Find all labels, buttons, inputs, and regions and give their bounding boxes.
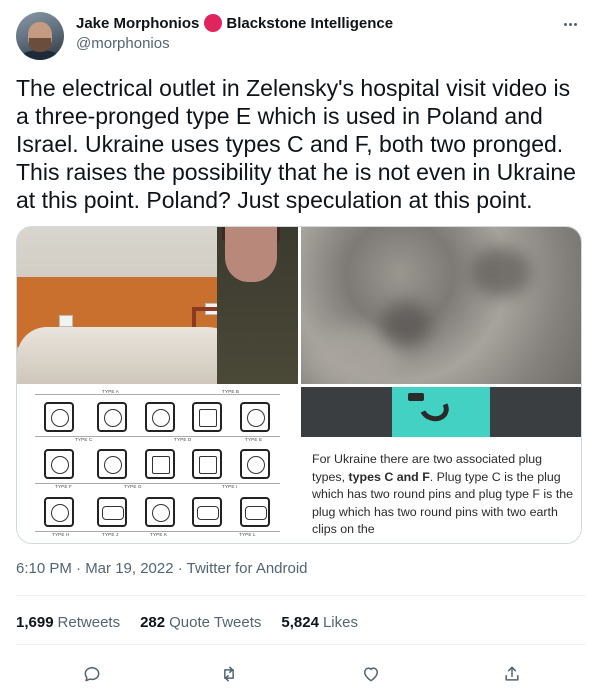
plug-icon (192, 497, 222, 527)
type-label: TYPE A (102, 389, 119, 394)
quote-tweets-stat[interactable]: 282 Quote Tweets (140, 614, 261, 631)
plug-icon (145, 497, 175, 527)
tweet-header: Jake Morphonios Blackstone Intelligence … (16, 10, 586, 62)
tweet-timestamp[interactable]: 6:10 PM · Mar 19, 2022 · Twitter for And… (16, 560, 308, 577)
media-grid: TYPE A TYPE B TYPE C TYPE D TYPE E TYPE … (16, 226, 582, 544)
tweet-text: The electrical outlet in Zelensky's hosp… (16, 75, 576, 213)
type-label: TYPE J (102, 532, 119, 537)
media-plug-type-chart[interactable]: TYPE A TYPE B TYPE C TYPE D TYPE E TYPE … (17, 387, 298, 543)
author-name-row: Jake Morphonios Blackstone Intelligence (76, 14, 393, 32)
plug-icon (97, 497, 127, 527)
media-article-screenshot[interactable]: For Ukraine there are two associated plu… (301, 387, 581, 543)
avatar[interactable] (16, 12, 64, 60)
affiliation-badge-icon (204, 14, 223, 32)
heart-icon[interactable] (357, 660, 385, 688)
type-label: TYPE B (222, 389, 240, 394)
plug-icon (240, 402, 270, 432)
plug-icon (145, 449, 175, 479)
type-label: TYPE G (124, 484, 142, 489)
type-label: TYPE K (150, 532, 168, 537)
media-photo-hospital[interactable] (17, 227, 298, 384)
plug-icon (44, 402, 74, 432)
plug-icon (97, 449, 127, 479)
reply-icon[interactable] (78, 660, 106, 688)
share-icon[interactable] (498, 660, 526, 688)
type-label: TYPE C (75, 437, 93, 442)
more-icon[interactable] (558, 12, 582, 36)
media-photo-outlet-closeup[interactable] (301, 227, 581, 384)
divider (16, 644, 586, 645)
author-affiliation[interactable]: Blackstone Intelligence (226, 15, 393, 32)
tweet-stats: 1,699 Retweets 282 Quote Tweets 5,824 Likes (16, 614, 358, 631)
tweet-actions (16, 660, 586, 688)
plug-icon (192, 402, 222, 432)
author-display-name[interactable]: Jake Morphonios (76, 15, 199, 32)
retweets-stat[interactable]: 1,699 Retweets (16, 614, 120, 631)
type-label: TYPE F (55, 484, 72, 489)
type-label: TYPE L (239, 532, 256, 537)
type-label: TYPE D (174, 437, 192, 442)
plug-icon (44, 449, 74, 479)
type-label: TYPE I (222, 484, 238, 489)
article-caption: For Ukraine there are two associated plu… (312, 452, 574, 536)
plug-icon (145, 402, 175, 432)
plug-icon (240, 449, 270, 479)
type-label: TYPE E (245, 437, 263, 442)
plug-icon (44, 497, 74, 527)
plug-icon (240, 497, 270, 527)
type-label: TYPE H (52, 532, 70, 537)
retweet-icon[interactable] (215, 660, 243, 688)
plug-icon (192, 449, 222, 479)
divider (16, 595, 586, 596)
author-handle[interactable]: @morphonios (76, 35, 170, 52)
plug-icon (97, 402, 127, 432)
likes-stat[interactable]: 5,824 Likes (281, 614, 358, 631)
